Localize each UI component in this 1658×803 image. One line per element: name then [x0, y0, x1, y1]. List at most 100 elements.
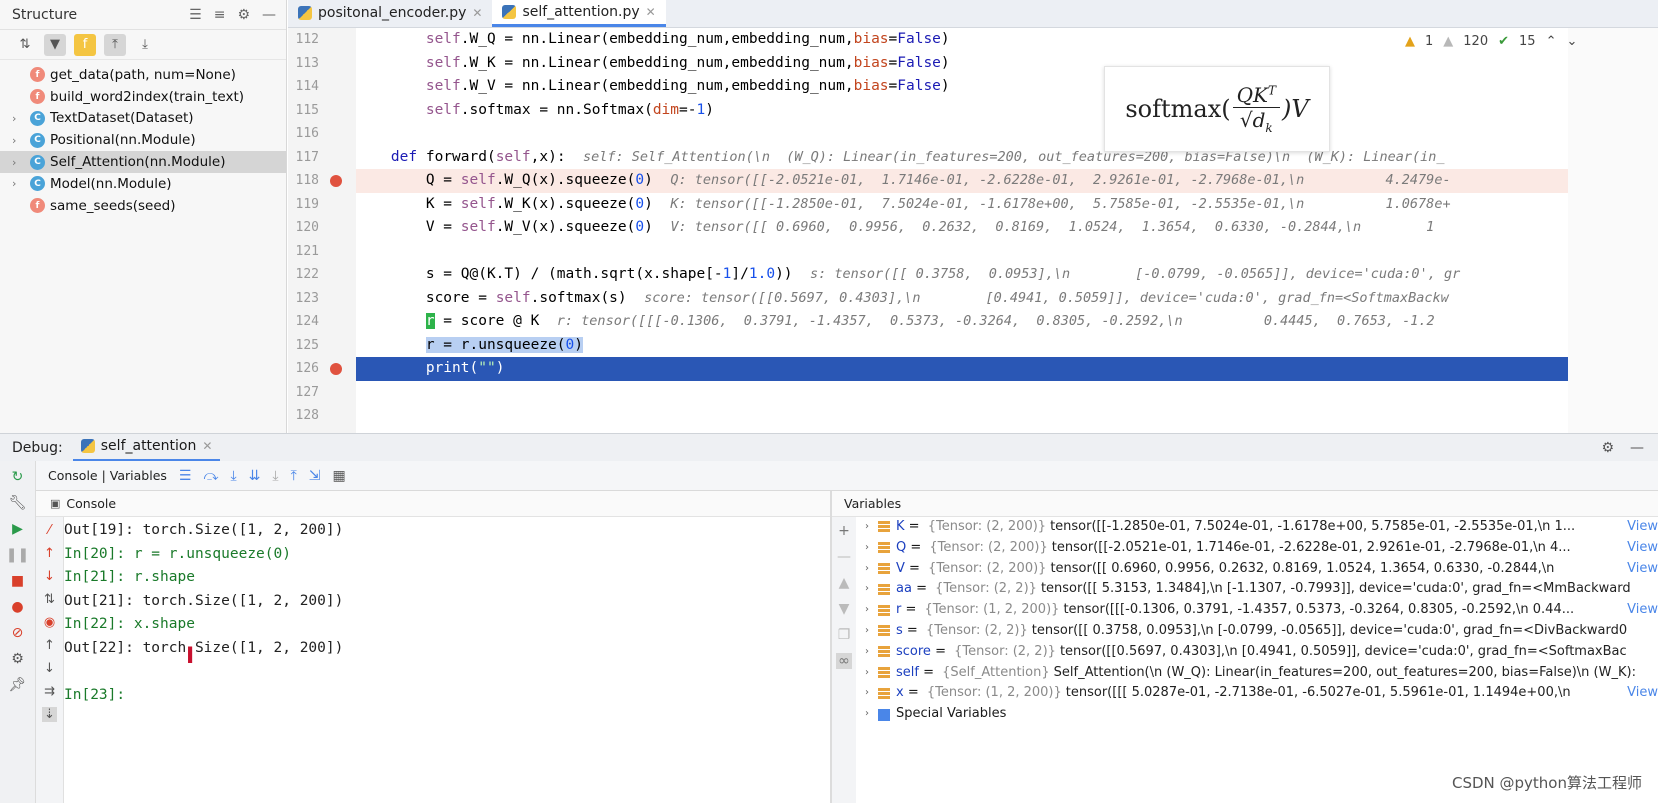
variable-row[interactable]: › score = {Tensor: (2, 2)} tensor([[0.5697…	[856, 642, 1658, 663]
remove-watch-icon[interactable]: —	[837, 549, 851, 565]
view-link[interactable]: View	[1613, 517, 1658, 538]
move-down-icon[interactable]: ▼	[839, 601, 850, 617]
chevron-right-icon[interactable]: ›	[856, 683, 878, 704]
line-number[interactable]: 114	[288, 75, 356, 99]
scroll-to-end-icon[interactable]: ⇣	[42, 707, 57, 722]
chevron-right-icon[interactable]: ›	[856, 559, 878, 580]
line-number[interactable]: 119	[288, 193, 356, 217]
tab-self-attention[interactable]: self_attention.py ✕	[492, 0, 666, 27]
chevron-right-icon[interactable]: ›	[12, 156, 30, 169]
debug-session-tab[interactable]: self_attention ✕	[72, 434, 221, 462]
line-number[interactable]: 121	[288, 240, 356, 264]
autoscroll-to-source-icon[interactable]: ⤒	[104, 33, 126, 56]
tree-item-get-data[interactable]: f get_data(path, num=None)	[0, 64, 286, 86]
close-icon[interactable]: ✕	[202, 439, 212, 453]
view-link[interactable]: View	[1613, 683, 1658, 705]
line-number[interactable]: 113	[288, 52, 356, 76]
gear-icon[interactable]: ⚙	[237, 7, 250, 23]
step-over-icon[interactable]: ⤼	[203, 468, 218, 484]
line-number[interactable]: 117	[288, 146, 356, 170]
line-number[interactable]: 116	[288, 122, 356, 146]
chevron-right-icon[interactable]: ›	[856, 579, 878, 600]
add-watch-icon[interactable]: +	[838, 523, 850, 539]
tree-item-model[interactable]: › C Model(nn.Module)	[0, 173, 286, 195]
special-variables-row[interactable]: › Special Variables	[856, 704, 1658, 725]
console-variables-tab[interactable]: Console | Variables	[48, 468, 167, 483]
expand-all-icon[interactable]: ☰	[189, 7, 202, 23]
pause-icon[interactable]: ❚❚	[6, 547, 29, 563]
chevron-right-icon[interactable]: ›	[856, 642, 878, 663]
evaluate-expression-icon[interactable]: ▦	[333, 468, 346, 484]
tree-item-same-seeds[interactable]: f same_seeds(seed)	[0, 195, 286, 217]
line-number[interactable]: 127	[288, 381, 356, 405]
variable-row[interactable]: › K = {Tensor: (2, 200)} tensor([[-1.2850e…	[856, 517, 1658, 538]
wrench-icon[interactable]: 🔧︎	[9, 495, 27, 511]
chevron-right-icon[interactable]: ›	[856, 663, 878, 684]
line-number[interactable]: 125	[288, 334, 356, 358]
up-arrow-icon[interactable]: ↑	[44, 546, 55, 561]
chevron-right-icon[interactable]: ›	[856, 704, 878, 725]
line-number-breakpoint[interactable]: 126	[288, 357, 356, 381]
show-fields-icon[interactable]: f	[74, 33, 96, 56]
record-icon[interactable]: ◉	[44, 615, 55, 630]
variable-row[interactable]: › Q = {Tensor: (2, 200)} tensor([[-2.0521e…	[856, 537, 1658, 559]
glasses-icon[interactable]: ∞	[836, 653, 852, 669]
tree-item-positional[interactable]: › C Positional(nn.Module)	[0, 129, 286, 151]
minimize-icon[interactable]: —	[1630, 440, 1644, 456]
line-number[interactable]: 115	[288, 99, 356, 123]
line-number[interactable]: 128	[288, 404, 356, 428]
variable-row[interactable]: › x = {Tensor: (1, 2, 200)} tensor([[[ 5.0…	[856, 683, 1658, 705]
chevron-right-icon[interactable]: ›	[856, 517, 878, 538]
view-breakpoints-icon[interactable]: ●	[11, 599, 23, 615]
line-number[interactable]: 122	[288, 263, 356, 287]
chevron-up-icon[interactable]: ⌃	[1546, 34, 1557, 49]
minimize-icon[interactable]: —	[262, 7, 276, 23]
tree-item-textdataset[interactable]: › C TextDataset(Dataset)	[0, 108, 286, 130]
breakpoint-icon[interactable]	[330, 175, 342, 187]
sort-icon[interactable]: ⇅	[44, 592, 55, 607]
chevron-right-icon[interactable]: ›	[856, 600, 878, 621]
show-inherited-icon[interactable]: ▼	[44, 33, 66, 56]
line-number[interactable]: 124	[288, 310, 356, 334]
step-into-my-code-icon[interactable]: ⇊	[249, 468, 261, 484]
menu-icon[interactable]: ☰	[179, 468, 192, 484]
rerun-icon[interactable]: ↻	[12, 469, 24, 485]
variable-row[interactable]: › self = {Self_Attention} Self_Attention(\…	[856, 663, 1658, 684]
down-icon[interactable]: ↓	[44, 661, 55, 676]
breakpoint-icon[interactable]	[330, 363, 342, 375]
code-editor[interactable]: self.W_Q = nn.Linear(embedding_num,embed…	[356, 28, 1568, 433]
force-step-into-icon[interactable]: ⤓	[272, 468, 278, 484]
tab-positonal-encoder[interactable]: positonal_encoder.py ✕	[288, 0, 492, 27]
down-arrow-icon[interactable]: ↓	[44, 569, 55, 584]
line-number[interactable]: 123	[288, 287, 356, 311]
variable-row[interactable]: › s = {Tensor: (2, 2)} tensor([[ 0.3758, 0…	[856, 621, 1658, 642]
inspection-widget[interactable]: ▲ 1 ▲ 120 ✔ 15 ⌃ ⌄	[1405, 34, 1577, 49]
chevron-right-icon[interactable]: ›	[12, 177, 30, 190]
step-into-icon[interactable]: ⤓	[230, 468, 236, 484]
chevron-right-icon[interactable]: ›	[856, 621, 878, 642]
up-icon[interactable]: ↑	[44, 638, 55, 653]
close-icon[interactable]: ✕	[646, 5, 656, 19]
pin-icon[interactable]: 📌︎	[9, 677, 27, 693]
console-output[interactable]: Out[19]: torch.Size([1, 2, 200]) In[20]:…	[64, 517, 830, 803]
copy-icon[interactable]: ❐	[838, 627, 851, 643]
soft-wrap-icon[interactable]: ⇉	[44, 684, 55, 699]
resume-icon[interactable]: ▶	[12, 521, 23, 537]
settings-icon[interactable]: ⚙	[11, 651, 24, 667]
stop-icon[interactable]: ■	[11, 573, 24, 589]
chevron-down-icon[interactable]: ⌄	[1566, 34, 1577, 49]
move-up-icon[interactable]: ▲	[839, 575, 850, 591]
chevron-right-icon[interactable]: ›	[12, 112, 30, 125]
autoscroll-from-source-icon[interactable]: ⤓	[134, 34, 156, 56]
view-link[interactable]: View	[1613, 537, 1658, 559]
line-number[interactable]: 112	[288, 28, 356, 52]
tree-item-self-attention[interactable]: › C Self_Attention(nn.Module)	[0, 151, 286, 173]
console-prompt[interactable]: In[23]:	[64, 684, 830, 708]
clear-icon[interactable]: ⁄	[48, 523, 50, 538]
collapse-all-icon[interactable]: ≡	[214, 7, 226, 23]
run-to-cursor-icon[interactable]: ⇲	[309, 468, 321, 484]
view-link[interactable]: View	[1613, 600, 1658, 621]
variable-row[interactable]: › r = {Tensor: (1, 2, 200)} tensor([[[-0.1…	[856, 600, 1658, 621]
variable-row[interactable]: › aa = {Tensor: (2, 2)} tensor([[ 5.3153, …	[856, 579, 1658, 600]
sort-alpha-icon[interactable]: ⇅	[14, 34, 36, 56]
